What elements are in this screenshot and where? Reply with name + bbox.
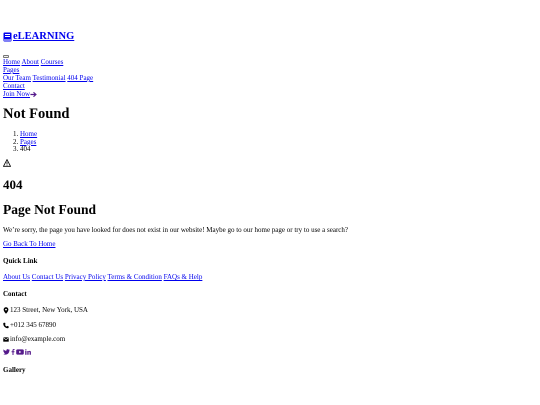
warning-icon [3, 159, 11, 167]
nav-row-pages: Pages [3, 66, 93, 74]
contact-address: 123 Street, New York, USA [3, 306, 88, 314]
contact-phone-text: +012 345 67890 [10, 321, 56, 329]
book-icon [3, 32, 12, 42]
map-marker-icon [3, 306, 9, 314]
breadcrumb: Home Pages 404 [3, 130, 37, 153]
phone-icon [3, 322, 9, 328]
nav-courses-link[interactable]: Courses [41, 58, 64, 66]
nav-home-link[interactable]: Home [3, 58, 20, 66]
contact-address-text: 123 Street, New York, USA [10, 306, 88, 314]
quick-link-heading: Quick Link [3, 257, 38, 265]
nav-about-link[interactable]: About [21, 58, 39, 66]
contact-phone: +012 345 67890 [3, 321, 56, 329]
youtube-icon [16, 349, 24, 355]
contact-heading: Contact [3, 290, 27, 298]
linkedin-icon [25, 349, 31, 355]
twitter-link[interactable] [3, 349, 10, 355]
youtube-link[interactable] [16, 349, 24, 355]
nav-row-join: Join Now [3, 90, 93, 98]
page-title: Not Found [3, 106, 70, 122]
error-code: 404 [3, 177, 23, 192]
facebook-icon [11, 349, 15, 355]
breadcrumb-item-current: 404 [20, 145, 37, 153]
brand-name: eLEARNING [13, 31, 75, 42]
twitter-icon [3, 349, 10, 355]
social-links [3, 349, 32, 355]
nav-row-contact: Contact [3, 82, 93, 90]
quick-link-faqs[interactable]: FAQs & Help [164, 273, 203, 281]
nav-our-team-link[interactable]: Our Team [3, 74, 31, 82]
quick-link-contact-us[interactable]: Contact Us [32, 273, 63, 281]
main-nav: Home About Courses Pages Our Team Testim… [3, 58, 93, 98]
nav-row-primary: Home About Courses [3, 58, 93, 66]
error-title: Page Not Found [3, 202, 97, 217]
quick-link-terms[interactable]: Terms & Condition [108, 273, 162, 281]
linkedin-link[interactable] [25, 349, 31, 355]
brand-link[interactable]: eLEARNING [3, 31, 74, 43]
breadcrumb-item-home: Home [20, 130, 37, 138]
quick-link-privacy-policy[interactable]: Privacy Policy [65, 273, 106, 281]
go-back-home-button[interactable]: Go Back To Home [3, 240, 55, 248]
join-now-button[interactable]: Join Now [3, 90, 37, 98]
facebook-link[interactable] [11, 349, 15, 355]
contact-email-text: info@example.com [10, 335, 66, 343]
nav-contact-link[interactable]: Contact [3, 82, 25, 90]
nav-pages-dropdown[interactable]: Pages [3, 66, 19, 74]
contact-email: info@example.com [3, 335, 65, 343]
quick-links: About Us Contact Us Privacy Policy Terms… [3, 273, 202, 281]
nav-404-link[interactable]: 404 Page [67, 74, 93, 82]
arrow-right-icon [30, 91, 37, 97]
nav-testimonial-link[interactable]: Testimonial [33, 74, 66, 82]
gallery-heading: Gallery [3, 366, 26, 374]
quick-link-about-us[interactable]: About Us [3, 273, 30, 281]
breadcrumb-item-pages: Pages [20, 138, 37, 146]
envelope-icon [3, 336, 9, 342]
join-now-label: Join Now [3, 90, 31, 98]
nav-row-subpages: Our Team Testimonial 404 Page [3, 74, 93, 82]
error-message: We’re sorry, the page you have looked fo… [3, 226, 348, 234]
